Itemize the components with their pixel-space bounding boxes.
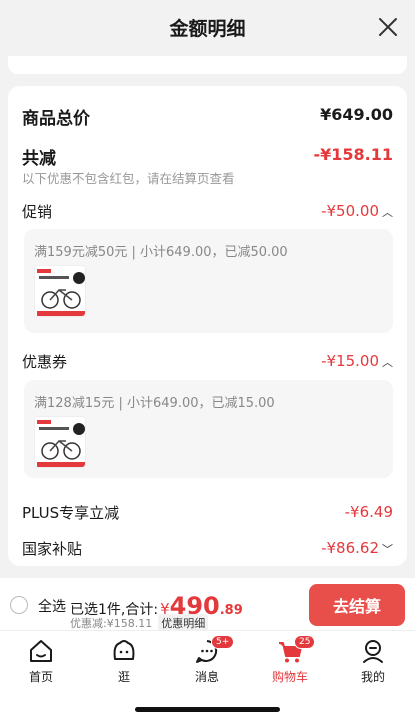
close-icon[interactable] — [377, 16, 399, 38]
chevron-down-icon: ﹀ — [382, 543, 393, 556]
subsidy-label: 国家补贴 — [22, 540, 83, 558]
cart-badge: 25 — [294, 635, 316, 649]
home-indicator — [135, 707, 280, 712]
coupon-detail: 满128减15元 | 小计649.00，已减15.00 — [34, 396, 275, 411]
home-icon — [30, 640, 52, 662]
plus-discount-value: -¥6.49 — [344, 503, 393, 521]
product-thumbnail[interactable] — [34, 416, 86, 468]
discount-amount-text: 优惠减:¥158.11 — [70, 617, 153, 630]
product-thumbnail[interactable] — [34, 265, 86, 317]
tab-profile[interactable]: 我的 — [343, 637, 403, 687]
promotion-detail: 满159元减50元 | 小计649.00，已减50.00 — [34, 245, 288, 260]
tab-label: 我的 — [360, 670, 385, 684]
tab-home[interactable]: 首页 — [11, 637, 71, 687]
tab-label: 首页 — [28, 670, 53, 684]
coupon-value: -¥15.00 — [321, 352, 379, 370]
goods-total-value: ¥649.00 — [320, 105, 393, 124]
page-title: 金额明细 — [169, 18, 246, 40]
message-badge: 5+ — [211, 635, 235, 649]
discount-total-value: -¥158.11 — [313, 145, 393, 164]
chevron-up-icon: ︿ — [382, 356, 393, 369]
goods-total-label: 商品总价 — [22, 109, 90, 129]
tab-label: 消息 — [194, 670, 219, 684]
amount-detail-card: 商品总价 ¥649.00 共减 -¥158.11 以下优惠不包含红包，请在结算页… — [8, 86, 407, 566]
bottom-tab-bar: 首页 逛 5+ 消息 25 购物车 我的 — [0, 630, 415, 720]
promotion-toggle[interactable]: -¥50.00 ︿ — [321, 202, 393, 220]
tab-browse[interactable]: 逛 — [94, 637, 154, 687]
discount-note: 以下优惠不包含红包，请在结算页查看 — [22, 171, 235, 186]
header: 金额明细 — [0, 0, 415, 56]
browse-face-icon — [113, 640, 135, 660]
previous-card-edge — [8, 56, 407, 74]
coupon-detail-box: 满128减15元 | 小计649.00，已减15.00 — [24, 380, 393, 478]
total-decimal: .89 — [219, 603, 243, 618]
plus-discount-label: PLUS专享立减 — [22, 504, 120, 522]
tab-label: 购物车 — [271, 670, 308, 684]
tab-messages[interactable]: 5+ 消息 — [177, 635, 237, 687]
subsidy-toggle[interactable]: -¥86.62 ﹀ — [321, 539, 393, 557]
select-all-checkbox[interactable] — [10, 596, 28, 614]
promotion-value: -¥50.00 — [321, 202, 379, 220]
select-all-label[interactable]: 全选 — [38, 596, 66, 616]
profile-icon — [363, 640, 383, 663]
promotion-label: 促销 — [22, 203, 53, 221]
subsidy-value: -¥86.62 — [321, 539, 379, 557]
checkout-bar: 全选 已选1件,合计: ¥490.89 优惠减:¥158.11 优惠明细 去结算 — [0, 578, 415, 632]
checkout-button[interactable]: 去结算 — [309, 584, 405, 626]
tab-cart[interactable]: 25 购物车 — [260, 635, 320, 687]
chevron-up-icon: ︿ — [382, 206, 393, 219]
tab-label: 逛 — [117, 670, 130, 684]
discount-total-label: 共减 — [22, 149, 56, 169]
coupon-label: 优惠券 — [22, 353, 68, 371]
coupon-toggle[interactable]: -¥15.00 ︿ — [321, 352, 393, 370]
promotion-detail-box: 满159元减50元 | 小计649.00，已减50.00 — [24, 229, 393, 333]
